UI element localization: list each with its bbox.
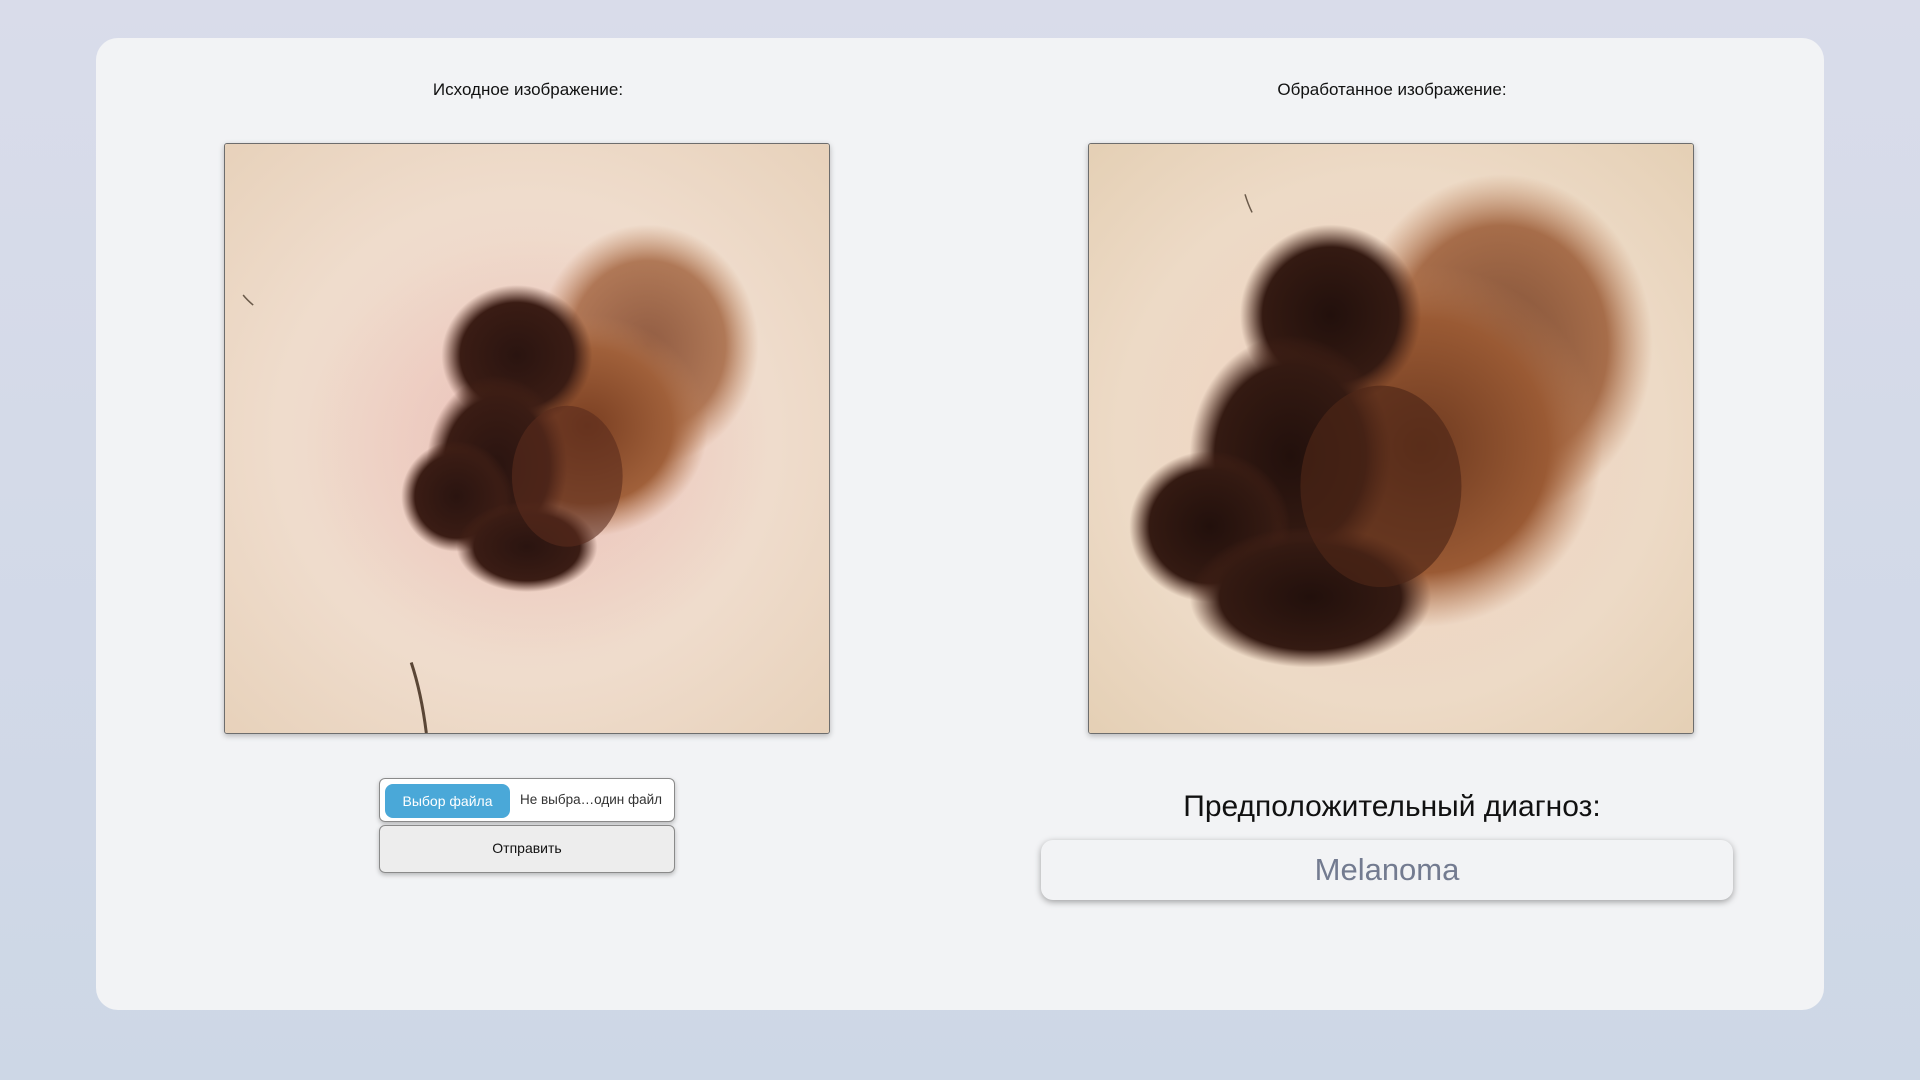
original-image-title: Исходное изображение: [432,80,624,99]
file-name-label: Не выбра…один файл [520,792,663,807]
submit-button[interactable]: Отправить [379,825,675,873]
processed-image [1088,143,1694,734]
original-image-panel: Исходное изображение: Выбор файла Не выб… [96,38,960,1010]
file-input[interactable]: Выбор файла Не выбра…один файл [379,778,675,822]
original-image [224,143,830,734]
diagnosis-result: Melanoma [1041,840,1733,900]
processed-lesion-picture [1089,144,1693,733]
processed-image-panel: Обработанное изображение: Предположитель… [960,38,1824,1010]
choose-file-button[interactable]: Выбор файла [385,784,510,818]
main-card: Исходное изображение: Выбор файла Не выб… [96,38,1824,1010]
diagnosis-title: Предположительный диагноз: [1183,790,1601,823]
processed-image-title: Обработанное изображение: [1277,80,1507,99]
original-lesion-picture [225,144,829,733]
